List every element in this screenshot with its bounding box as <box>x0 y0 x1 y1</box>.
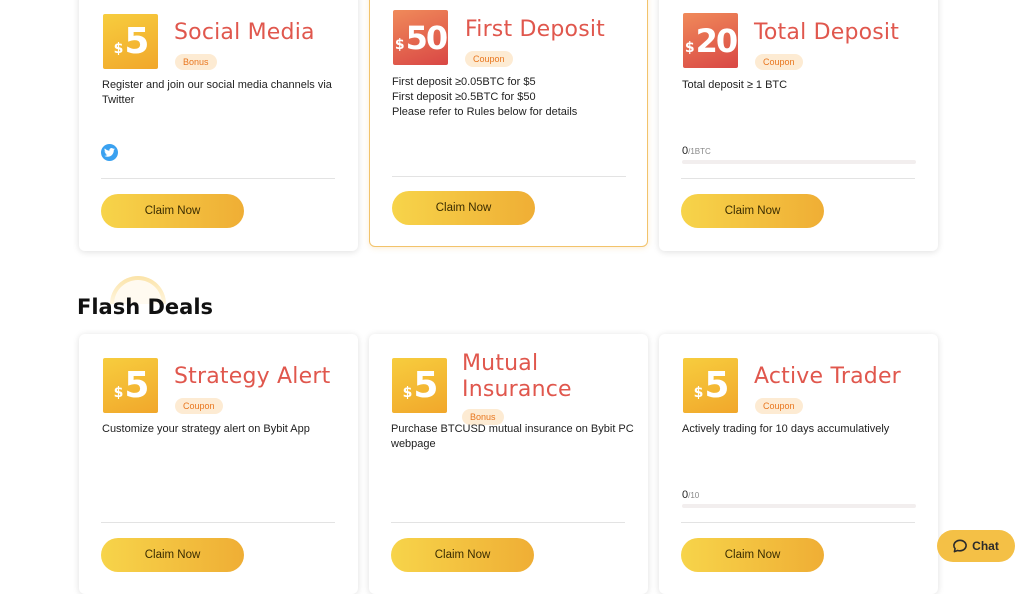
divider <box>391 522 625 523</box>
card-description: First deposit ≥0.05BTC for $5 First depo… <box>392 76 578 118</box>
reward-badge: $5 <box>392 358 447 413</box>
progress-bar <box>682 160 916 164</box>
claim-now-button[interactable]: Claim Now <box>101 194 244 228</box>
reward-badge: $5 <box>103 358 158 413</box>
card-description: Actively trading for 10 days accumulativ… <box>682 423 890 435</box>
card-title: Total Deposit <box>754 20 900 45</box>
reward-badge: $5 <box>103 14 158 69</box>
divider <box>101 522 335 523</box>
card-title: Mutual Insurance <box>462 351 572 402</box>
divider <box>681 522 915 523</box>
progress-value: 0/1BTC <box>682 145 711 157</box>
progress-bar <box>682 504 916 508</box>
chat-button[interactable]: Chat <box>937 530 1015 562</box>
claim-now-button[interactable]: Claim Now <box>391 538 534 572</box>
reward-badge: $50 <box>393 10 448 65</box>
card-title: Active Trader <box>754 364 901 389</box>
reward-badge: $5 <box>683 358 738 413</box>
claim-now-button[interactable]: Claim Now <box>681 538 824 572</box>
divider <box>101 178 335 179</box>
card-title: First Deposit <box>465 17 605 42</box>
reward-badge: $20 <box>683 13 738 68</box>
chat-bubble-icon <box>953 539 968 553</box>
twitter-icon[interactable] <box>101 144 118 161</box>
card-title: Social Media <box>174 20 315 45</box>
coupon-tag: Coupon <box>465 51 513 67</box>
mutual-insurance-card: $5 Mutual Insurance Bonus Purchase BTCUS… <box>369 334 648 594</box>
strategy-alert-card: $5 Strategy Alert Coupon Customize your … <box>79 334 358 594</box>
total-deposit-card: $20 Total Deposit Coupon Total deposit ≥… <box>659 0 938 251</box>
first-deposit-card: $50 First Deposit Coupon First deposit ≥… <box>369 0 648 247</box>
card-title: Strategy Alert <box>174 364 331 389</box>
progress-value: 0/10 <box>682 489 700 501</box>
claim-now-button[interactable]: Claim Now <box>681 194 824 228</box>
section-title: Flash Deals <box>77 295 214 319</box>
active-trader-card: $5 Active Trader Coupon Actively trading… <box>659 334 938 594</box>
coupon-tag: Coupon <box>755 398 803 414</box>
coupon-tag: Coupon <box>175 398 223 414</box>
chat-label: Chat <box>972 539 999 553</box>
card-description: Customize your strategy alert on Bybit A… <box>102 423 310 435</box>
social-media-card: $5 Social Media Bonus Register and join … <box>79 0 358 251</box>
card-description: Purchase BTCUSD mutual insurance on Bybi… <box>391 423 634 450</box>
claim-now-button[interactable]: Claim Now <box>392 191 535 225</box>
divider <box>681 178 915 179</box>
coupon-tag: Coupon <box>755 54 803 70</box>
card-description: Total deposit ≥ 1 BTC <box>682 79 788 91</box>
divider <box>392 176 626 177</box>
bonus-tag: Bonus <box>175 54 217 70</box>
claim-now-button[interactable]: Claim Now <box>101 538 244 572</box>
card-description: Register and join our social media chann… <box>102 79 332 106</box>
